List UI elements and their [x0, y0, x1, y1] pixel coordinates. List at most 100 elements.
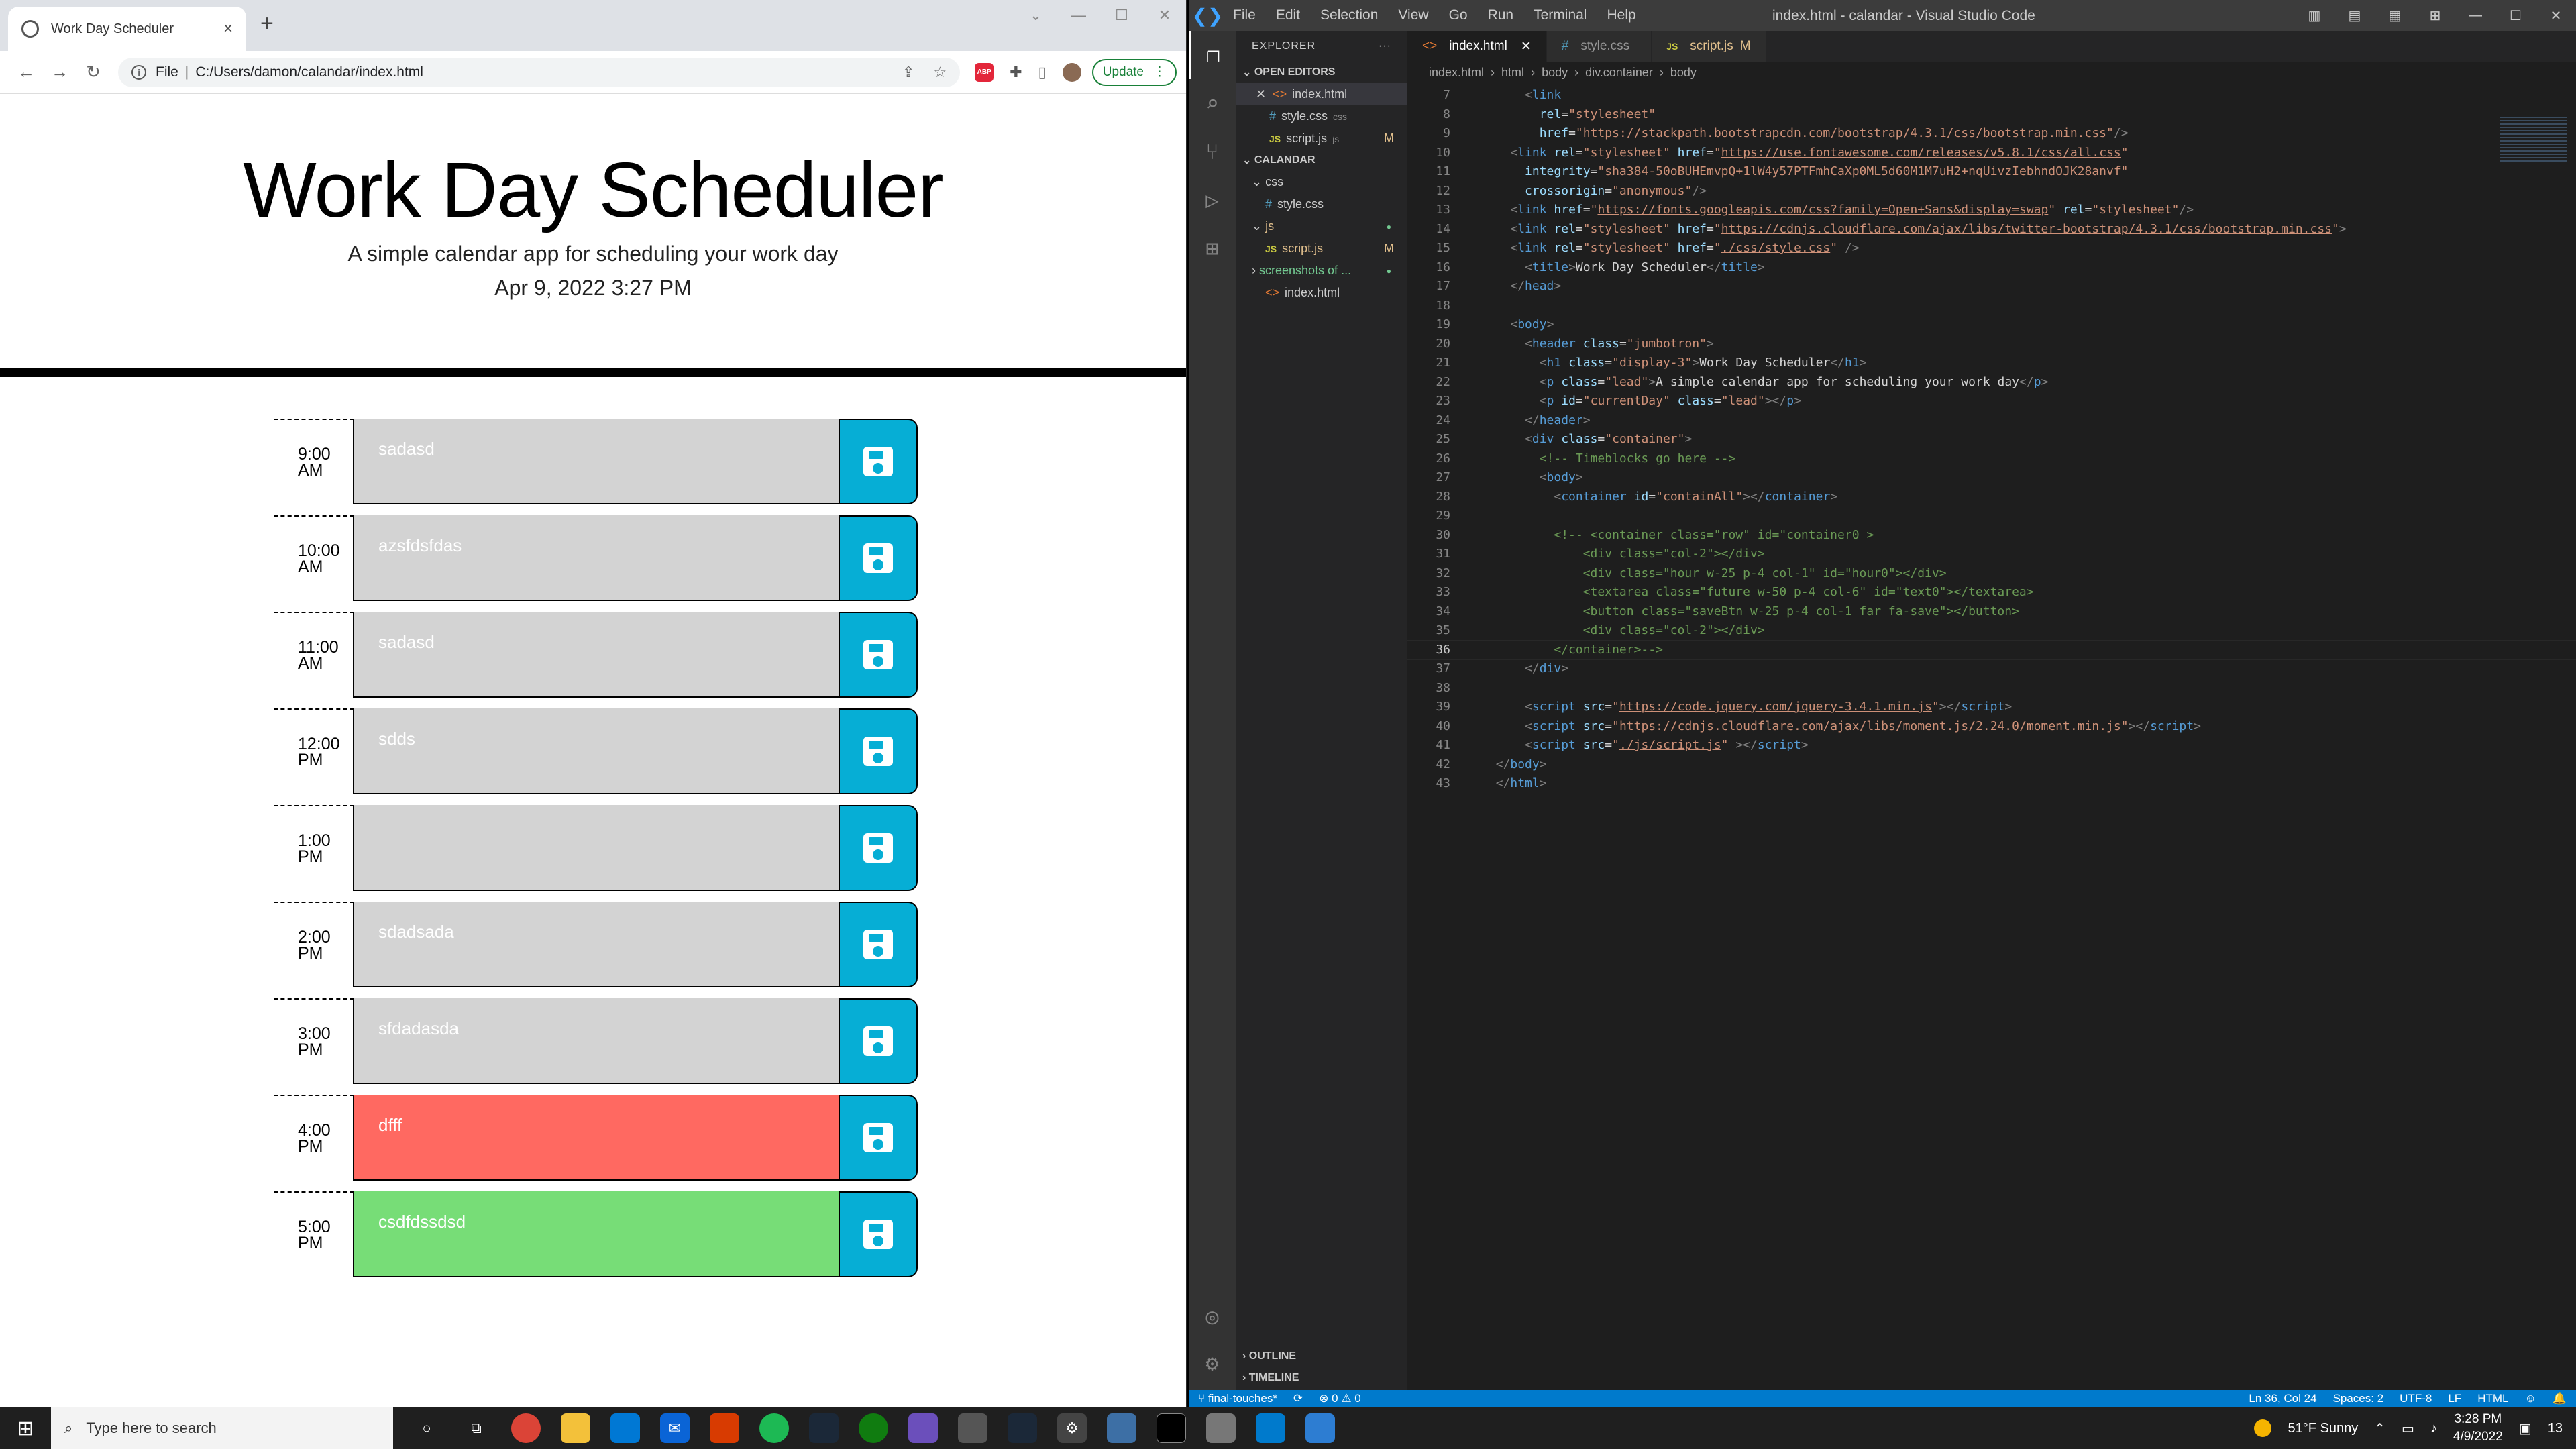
- event-textarea[interactable]: sadasd: [354, 419, 839, 504]
- menu-item-run[interactable]: Run: [1488, 7, 1514, 23]
- code-line[interactable]: 35 <div class="col-2"></div>: [1407, 621, 2576, 641]
- open-editor-item[interactable]: ✕ <> index.html: [1236, 83, 1407, 105]
- start-button[interactable]: ⊞: [0, 1417, 51, 1440]
- weather-text[interactable]: 51°F Sunny: [2288, 1421, 2358, 1436]
- open-editor-item[interactable]: # style.css css: [1236, 105, 1407, 127]
- steam-icon[interactable]: [809, 1413, 839, 1443]
- outline-section[interactable]: › OUTLINE: [1236, 1346, 1407, 1367]
- menu-item-edit[interactable]: Edit: [1276, 7, 1300, 23]
- code-line[interactable]: 18: [1407, 297, 2576, 316]
- editor-tab[interactable]: # style.css: [1546, 31, 1652, 62]
- puzzle-extensions-icon[interactable]: ✚: [1010, 64, 1022, 81]
- reload-button[interactable]: ↻: [76, 62, 110, 83]
- code-line[interactable]: 27 <body>: [1407, 468, 2576, 488]
- code-line[interactable]: 40 <script src="https://cdnjs.cloudflare…: [1407, 717, 2576, 737]
- menu-item-go[interactable]: Go: [1449, 7, 1468, 23]
- volume-icon[interactable]: ♪: [2430, 1421, 2437, 1436]
- maximize-button[interactable]: ☐: [1100, 0, 1143, 31]
- code-line[interactable]: 10 <link rel="stylesheet" href="https://…: [1407, 144, 2576, 163]
- panel-toggle-icon[interactable]: ▤: [2334, 0, 2375, 31]
- save-button[interactable]: [839, 902, 918, 987]
- forward-button[interactable]: →: [43, 62, 76, 83]
- photos-icon[interactable]: [1305, 1413, 1335, 1443]
- code-line[interactable]: 17 </head>: [1407, 277, 2576, 297]
- minimize-button[interactable]: —: [2455, 0, 2496, 31]
- browser-tab[interactable]: Work Day Scheduler ×: [8, 7, 246, 51]
- network-icon[interactable]: ▭: [2402, 1420, 2414, 1437]
- code-line[interactable]: 12 crossorigin="anonymous"/>: [1407, 182, 2576, 201]
- code-line[interactable]: 8 rel="stylesheet": [1407, 105, 2576, 125]
- code-line[interactable]: 21 <h1 class="display-3">Work Day Schedu…: [1407, 354, 2576, 373]
- steam-icon[interactable]: [1008, 1413, 1037, 1443]
- event-textarea[interactable]: sadasd: [354, 612, 839, 698]
- live-share-icon[interactable]: ⟳: [1293, 1392, 1303, 1405]
- close-icon[interactable]: ✕: [1521, 39, 1532, 54]
- settings-gear-icon[interactable]: ⚙: [1189, 1339, 1236, 1387]
- app-icon[interactable]: [958, 1413, 987, 1443]
- maximize-button[interactable]: ☐: [2496, 0, 2536, 31]
- code-line[interactable]: 16 <title>Work Day Scheduler</title>: [1407, 258, 2576, 278]
- save-button[interactable]: [839, 1095, 918, 1181]
- code-line[interactable]: 7 <link: [1407, 86, 2576, 105]
- minimap[interactable]: [2500, 117, 2567, 164]
- notifications-icon[interactable]: ▣: [2519, 1420, 2532, 1437]
- open-editors-section[interactable]: ⌄ OPEN EDITORS: [1236, 62, 1407, 83]
- code-line[interactable]: 39 <script src="https://code.jquery.com/…: [1407, 698, 2576, 717]
- close-window-button[interactable]: ✕: [2536, 0, 2576, 31]
- code-line[interactable]: 34 <button class="saveBtn w-25 p-4 col-1…: [1407, 602, 2576, 622]
- clock[interactable]: 3:28 PM 4/9/2022: [2453, 1411, 2503, 1446]
- project-section[interactable]: ⌄ CALANDAR: [1236, 150, 1407, 171]
- spotify-icon[interactable]: [759, 1413, 789, 1443]
- file-encoding[interactable]: UTF-8: [2400, 1392, 2432, 1405]
- app-icon[interactable]: [1107, 1413, 1136, 1443]
- bookmark-star-icon[interactable]: ☆: [933, 64, 947, 81]
- code-line[interactable]: 30 <!-- <container class="row" id="conta…: [1407, 526, 2576, 545]
- profile-avatar[interactable]: [1062, 62, 1081, 82]
- back-button[interactable]: ←: [9, 62, 43, 83]
- open-editor-item[interactable]: JS script.js js M: [1236, 127, 1407, 150]
- cortana-icon[interactable]: ○: [412, 1413, 441, 1443]
- code-editor[interactable]: 7 <link 8 rel="stylesheet" 9 href="https:/…: [1407, 83, 2576, 794]
- timeline-section[interactable]: › TIMELINE: [1236, 1367, 1407, 1389]
- editor-tab[interactable]: <> index.html ✕: [1407, 31, 1547, 62]
- save-button[interactable]: [839, 419, 918, 504]
- tree-item[interactable]: # style.css: [1236, 193, 1407, 215]
- address-url[interactable]: C:/Users/damon/calandar/index.html: [195, 64, 423, 80]
- editor-tab[interactable]: JS script.js M: [1652, 31, 1766, 62]
- vscode-icon[interactable]: [1256, 1413, 1285, 1443]
- code-line[interactable]: 36 </container>-->: [1407, 639, 2576, 660]
- tree-item[interactable]: <> index.html: [1236, 282, 1407, 304]
- event-textarea[interactable]: [354, 805, 839, 891]
- cursor-position[interactable]: Ln 36, Col 24: [2249, 1392, 2316, 1405]
- save-button[interactable]: [839, 612, 918, 698]
- run-debug-icon[interactable]: ▷: [1189, 176, 1236, 224]
- code-line[interactable]: 41 <script src="./js/script.js" ></scrip…: [1407, 736, 2576, 755]
- save-button[interactable]: [839, 515, 918, 601]
- close-tab-icon[interactable]: ×: [223, 19, 233, 38]
- code-line[interactable]: 28 <container id="containAll"></containe…: [1407, 488, 2576, 507]
- menu-item-selection[interactable]: Selection: [1320, 7, 1378, 23]
- tree-item[interactable]: JS script.js M: [1236, 237, 1407, 260]
- taskbar-search[interactable]: ⌕ Type here to search: [51, 1407, 393, 1449]
- code-line[interactable]: 9 href="https://stackpath.bootstrapcdn.c…: [1407, 124, 2576, 144]
- event-textarea[interactable]: azsfdsfdas: [354, 515, 839, 601]
- settings-gear-icon[interactable]: ⚙: [1057, 1413, 1087, 1443]
- code-line[interactable]: 13 <link href="https://fonts.googleapis.…: [1407, 201, 2576, 220]
- customize-layout-icon[interactable]: ⊞: [2415, 0, 2455, 31]
- sidebar-toggle-icon[interactable]: ▦: [2375, 0, 2415, 31]
- office-icon[interactable]: [710, 1413, 739, 1443]
- code-line[interactable]: 26 <!-- Timeblocks go here -->: [1407, 449, 2576, 469]
- code-line[interactable]: 19 <body>: [1407, 315, 2576, 335]
- menu-item-terminal[interactable]: Terminal: [1534, 7, 1587, 23]
- code-line[interactable]: 31 <div class="col-2"></div>: [1407, 545, 2576, 564]
- feedback-icon[interactable]: ☺: [2524, 1392, 2536, 1405]
- more-actions-icon[interactable]: ···: [1379, 40, 1391, 52]
- chevron-up-icon[interactable]: ⌃: [2374, 1420, 2385, 1437]
- close-icon[interactable]: ✕: [1256, 87, 1273, 101]
- layout-toggle-icon[interactable]: ▥: [2294, 0, 2334, 31]
- code-line[interactable]: 25 <div class="container">: [1407, 430, 2576, 449]
- side-panel-icon[interactable]: ▯: [1038, 64, 1046, 81]
- line-ending[interactable]: LF: [2448, 1392, 2461, 1405]
- store-icon[interactable]: [610, 1413, 640, 1443]
- code-line[interactable]: 32 <div class="hour w-25 p-4 col-1" id="…: [1407, 564, 2576, 584]
